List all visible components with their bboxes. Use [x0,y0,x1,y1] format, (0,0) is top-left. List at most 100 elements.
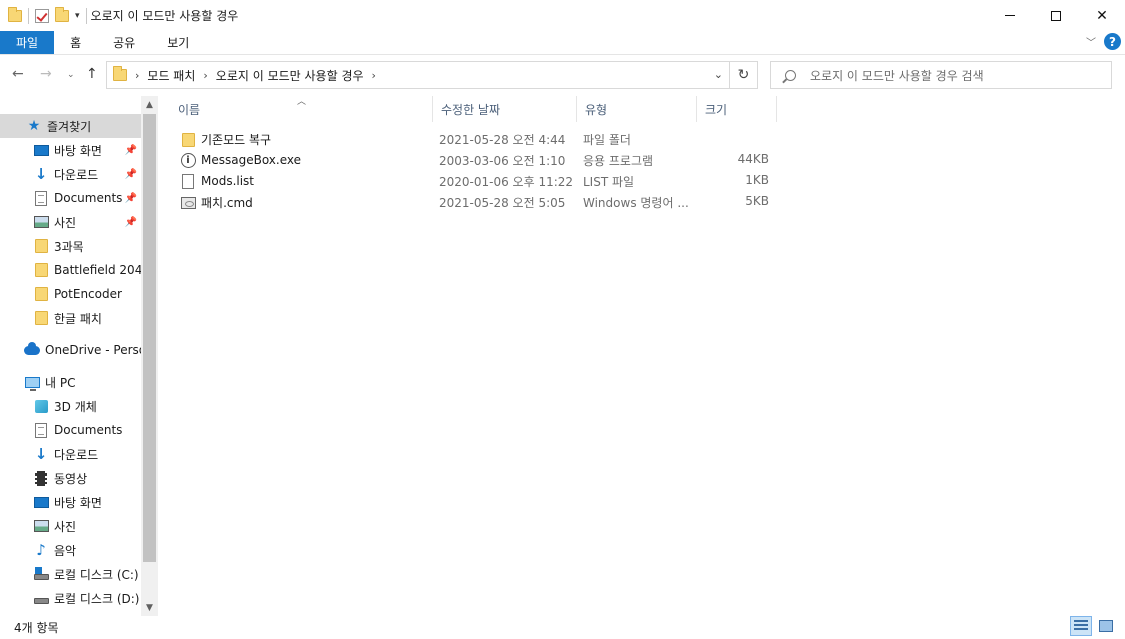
expand-ribbon-icon[interactable]: ﹀ [1086,34,1096,49]
file-size: 5KB [745,194,769,208]
pin-icon[interactable]: 📌 [125,193,137,204]
nav-item-korean-patch[interactable]: 한글 패치 [0,306,141,330]
nav-label: 한글 패치 [54,311,102,326]
quick-access-toolbar: ▾ [0,6,87,24]
tab-home[interactable]: 홈 [54,31,97,54]
search-input[interactable]: 오로지 이 모드만 사용할 경우 검색 [770,61,1112,89]
file-name: MessageBox.exe [201,153,302,167]
file-type: 파일 폴더 [583,133,631,147]
file-row[interactable]: i MessageBox.exe 2003-03-06 오전 1:10 응용 프… [170,149,780,170]
window-title: 오로지 이 모드만 사용할 경우 [90,9,239,23]
nav-scrollbar[interactable]: ▲ ▼ [141,96,158,616]
close-button[interactable]: ✕ [1079,0,1125,31]
nav-item-pictures[interactable]: 사진 📌 [0,210,141,234]
address-row: ← → ⌄ ↑ › 모드 패치 › 오로지 이 모드만 사용할 경우 › ⌄ ↻… [0,58,1125,94]
minimize-icon [1005,15,1015,16]
refresh-button[interactable]: ↻ [729,62,757,88]
nav-label: 바탕 화면 [54,495,102,510]
pin-icon[interactable]: 📌 [125,145,137,156]
tab-view[interactable]: 보기 [151,31,205,54]
nav-item-drive-d[interactable]: 로컬 디스크 (D:) [0,586,141,610]
address-bar[interactable]: › 모드 패치 › 오로지 이 모드만 사용할 경우 › ⌄ ↻ [106,61,758,89]
breadcrumb-mod-patch[interactable]: 모드 패치 [147,67,195,84]
nav-label: 3D 개체 [54,399,97,414]
new-folder-icon[interactable] [55,6,69,22]
nav-item-3d-objects[interactable]: 3D 개체 [0,394,141,418]
nav-item-folder-3[interactable]: 3과목 [0,234,141,258]
nav-label: 내 PC [45,375,76,390]
download-icon: ↓ [34,165,48,183]
file-row[interactable]: Mods.list 2020-01-06 오후 11:22 LIST 파일 1K… [170,170,780,191]
details-view-icon [1074,620,1088,632]
large-icons-view-icon [1099,620,1113,632]
chevron-right-icon[interactable]: › [135,69,139,82]
nav-item-drive-c[interactable]: 로컬 디스크 (C:) [0,562,141,586]
column-header-size[interactable]: 크기 [697,96,777,122]
chevron-right-icon[interactable]: › [203,69,207,82]
pictures-icon [33,216,49,228]
back-arrow-icon[interactable]: ← [12,66,24,82]
separator [85,7,87,24]
nav-label: Documents [54,191,123,205]
customize-qat-dropdown-icon[interactable]: ▾ [75,11,80,21]
minimize-button[interactable] [987,0,1033,31]
nav-this-pc[interactable]: 내 PC [0,370,141,394]
nav-label: 로컬 디스크 (D:) [54,591,140,606]
maximize-button[interactable] [1033,0,1079,31]
nav-item-desktop[interactable]: 바탕 화면 📌 [0,138,141,162]
refresh-icon: ↻ [737,67,750,83]
tab-file[interactable]: 파일 [0,31,55,54]
scroll-up-icon[interactable]: ▲ [141,96,158,113]
file-icon [182,173,194,189]
cmd-icon [180,196,196,209]
search-icon [785,69,796,81]
recent-locations-icon[interactable]: ⌄ [67,70,75,80]
large-icons-view-button[interactable] [1095,616,1117,636]
column-header-name[interactable]: 이름 ︿ [170,96,433,122]
scrollbar-thumb[interactable] [143,114,156,562]
pin-icon[interactable]: 📌 [125,217,137,228]
breadcrumb-current[interactable]: 오로지 이 모드만 사용할 경우 [216,67,364,84]
nav-item-pc-downloads[interactable]: ↓ 다운로드 [0,442,141,466]
nav-item-pc-desktop[interactable]: 바탕 화면 [0,490,141,514]
forward-arrow-icon[interactable]: → [40,66,52,82]
pin-icon[interactable]: 📌 [125,169,137,180]
nav-onedrive[interactable]: OneDrive - Personal [0,338,141,362]
details-view-button[interactable] [1070,616,1092,636]
properties-icon[interactable] [35,8,49,23]
ribbon-tabs: 파일 홈 공유 보기 ﹀ ? [0,31,1125,55]
nav-item-pc-pictures[interactable]: 사진 [0,514,141,538]
file-size: 1KB [745,173,769,187]
nav-item-videos[interactable]: 동영상 [0,466,141,490]
nav-label: 로컬 디스크 (C:) [54,567,139,582]
help-icon[interactable]: ? [1104,33,1121,50]
folder-icon [181,132,195,147]
address-history-dropdown-icon[interactable]: ⌄ [714,68,723,81]
nav-item-potencoder[interactable]: PotEncoder [0,282,141,306]
chevron-right-icon[interactable]: › [372,69,376,82]
nav-item-battlefield[interactable]: Battlefield 2042 [0,258,141,282]
file-row[interactable]: 기존모드 복구 2021-05-28 오전 4:44 파일 폴더 [170,128,780,149]
nav-item-pc-documents[interactable]: Documents [0,418,141,442]
up-arrow-icon[interactable]: ↑ [86,66,98,82]
column-label: 이름 [178,102,201,117]
column-header-type[interactable]: 유형 [577,96,697,122]
scroll-down-icon[interactable]: ▼ [141,599,158,616]
nav-item-downloads[interactable]: ↓ 다운로드 📌 [0,162,141,186]
onedrive-icon [24,341,40,355]
file-date: 2021-05-28 오전 5:05 [439,196,566,210]
tab-share[interactable]: 공유 [97,31,151,54]
nav-item-music[interactable]: ♪ 음악 [0,538,141,562]
nav-quick-access[interactable]: ★ 즐겨찾기 [0,114,141,138]
nav-item-documents[interactable]: Documents 📌 [0,186,141,210]
file-date: 2003-03-06 오전 1:10 [439,154,566,168]
documents-icon [35,190,47,206]
file-size: 44KB [737,152,769,166]
column-header-date[interactable]: 수정한 날짜 [433,96,577,122]
desktop-icon [33,144,49,156]
videos-icon [35,470,47,486]
file-row[interactable]: 패치.cmd 2021-05-28 오전 5:05 Windows 명령어 ..… [170,191,780,212]
computer-icon [24,376,40,391]
file-name: 패치.cmd [201,196,253,210]
exe-icon: i [180,152,196,168]
